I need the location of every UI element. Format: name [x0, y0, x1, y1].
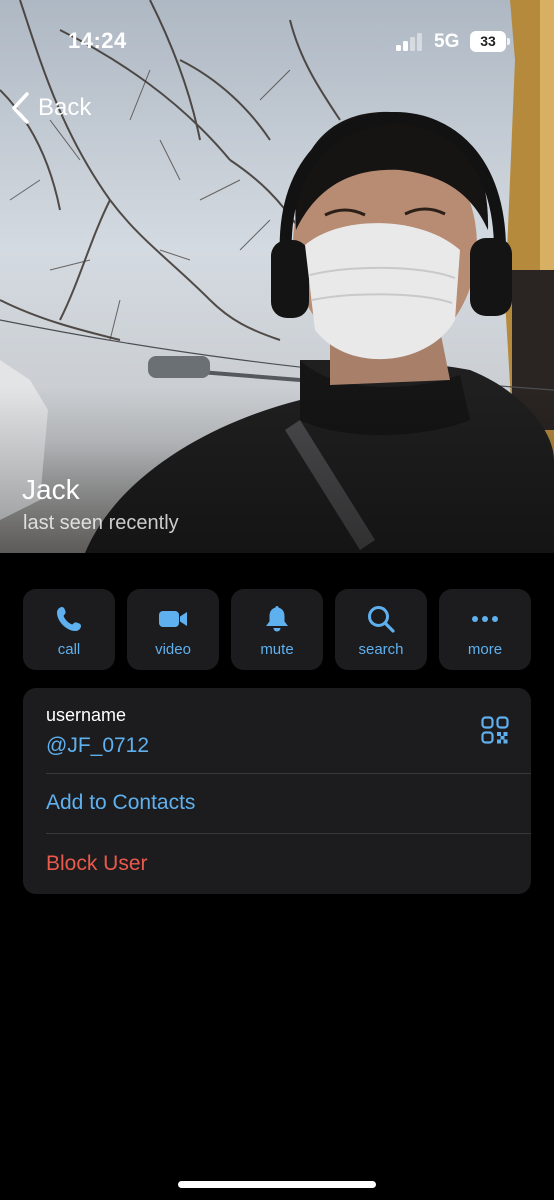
cellular-signal-icon — [396, 33, 424, 51]
mute-label: mute — [260, 641, 294, 658]
qr-code-icon[interactable] — [481, 716, 509, 744]
call-button[interactable]: call — [23, 589, 115, 670]
phone-icon — [57, 607, 81, 631]
status-bar: 14:24 5G 33 — [0, 0, 554, 84]
call-label: call — [57, 641, 81, 658]
info-card: username @JF_0712 Add to Contacts Block … — [23, 688, 531, 894]
video-label: video — [155, 641, 191, 658]
bell-icon — [266, 606, 288, 632]
mute-button[interactable]: mute — [231, 589, 323, 670]
home-indicator[interactable] — [178, 1181, 376, 1188]
back-button[interactable]: Back — [10, 88, 91, 128]
more-button[interactable]: more — [439, 589, 531, 670]
battery-tip — [507, 38, 510, 45]
back-label: Back — [38, 94, 92, 121]
profile-screen: 14:24 5G 33 Back Jack last seen recently — [0, 0, 554, 1200]
search-icon — [368, 606, 395, 633]
more-label: more — [467, 641, 503, 658]
username-label: username — [46, 705, 127, 725]
profile-name: Jack — [22, 474, 80, 505]
block-user-button[interactable]: Block User — [23, 834, 531, 894]
username-value[interactable]: @JF_0712 — [46, 734, 149, 758]
battery-icon: 33 — [470, 31, 506, 52]
search-label: search — [358, 641, 404, 658]
action-buttons: call video mute search more — [23, 589, 531, 670]
network-type: 5G — [434, 31, 460, 52]
more-dots-icon — [472, 616, 498, 622]
search-button[interactable]: search — [335, 589, 427, 670]
username-row[interactable]: username @JF_0712 — [23, 688, 531, 773]
video-button[interactable]: video — [127, 589, 219, 670]
add-to-contacts-button[interactable]: Add to Contacts — [23, 773, 531, 833]
profile-photo[interactable]: 14:24 5G 33 Back Jack last seen recently — [0, 0, 554, 553]
status-time: 14:24 — [68, 28, 127, 53]
chevron-left-icon — [12, 92, 29, 124]
block-user-label: Block User — [46, 852, 148, 875]
add-to-contacts-label: Add to Contacts — [46, 791, 196, 814]
video-camera-icon — [159, 611, 187, 627]
profile-last-seen: last seen recently — [23, 512, 179, 534]
